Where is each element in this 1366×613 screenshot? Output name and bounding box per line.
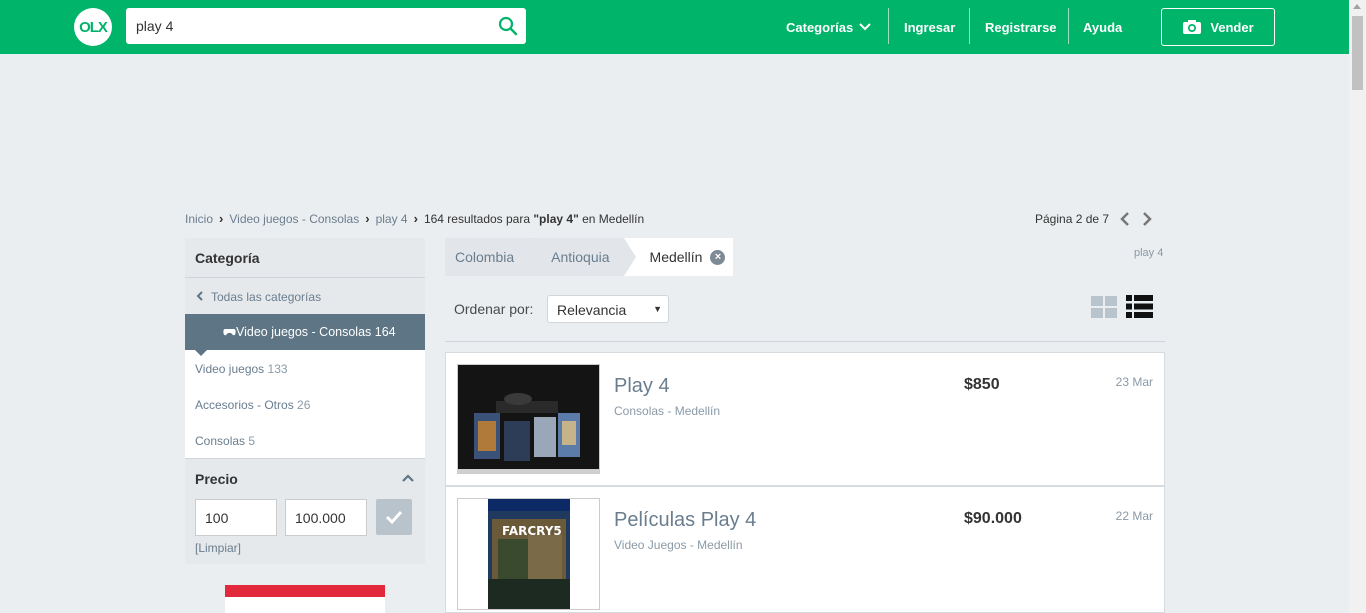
chevron-up-icon[interactable] bbox=[401, 473, 415, 483]
all-categories-label: Todas las categorías bbox=[211, 290, 322, 304]
location-tab-colombia[interactable]: Colombia bbox=[445, 238, 541, 276]
price-filter: Precio [Limpiar] bbox=[185, 458, 425, 564]
listing-thumbnail[interactable] bbox=[457, 364, 600, 474]
subcategory-count: 26 bbox=[297, 398, 311, 412]
subcategory-list: Video juegos 133 Accesorios - Otros 26 C… bbox=[185, 350, 425, 458]
price-min-input[interactable] bbox=[195, 499, 277, 536]
results-query: "play 4" bbox=[533, 211, 579, 226]
list-view-icon[interactable] bbox=[1126, 295, 1153, 318]
clear-price-link[interactable]: [Limpiar] bbox=[195, 541, 241, 555]
chevron-right-icon: › bbox=[413, 211, 418, 226]
listing-category: Consolas - Medellín bbox=[614, 404, 721, 418]
pagination: Página 2 de 7 bbox=[1035, 211, 1153, 227]
login-label: Ingresar bbox=[904, 19, 956, 35]
olx-logo[interactable]: OLX bbox=[74, 8, 112, 46]
divider bbox=[445, 341, 1165, 342]
sell-button[interactable]: Vender bbox=[1161, 8, 1275, 46]
breadcrumb: Inicio › Video juegos - Consolas › play … bbox=[185, 211, 644, 226]
all-categories-link[interactable]: Todas las categorías bbox=[185, 278, 425, 314]
listing-thumbnail[interactable]: FARCRY5 bbox=[457, 498, 600, 610]
search-tag[interactable]: play 4 bbox=[1134, 247, 1163, 259]
chevron-down-icon bbox=[859, 23, 871, 31]
subcategory-consolas[interactable]: Consolas 5 bbox=[185, 422, 425, 458]
categories-label: Categorías bbox=[786, 19, 854, 35]
search-icon[interactable] bbox=[498, 16, 518, 36]
scroll-up-icon[interactable] bbox=[1353, 4, 1361, 9]
location-tab-antioquia[interactable]: Antioquia bbox=[529, 238, 636, 276]
listing-item[interactable]: Play 4 Consolas - Medellín $850 23 Mar bbox=[445, 352, 1165, 486]
category-heading: Categoría bbox=[185, 238, 425, 278]
listing-category: Video Juegos - Medellín bbox=[614, 538, 743, 552]
sort-selected: Relevancia bbox=[557, 302, 627, 318]
ad-banner[interactable] bbox=[225, 585, 385, 613]
grid-view-icon[interactable] bbox=[1091, 296, 1117, 318]
listing-date: 22 Mar bbox=[1115, 509, 1153, 523]
help-label: Ayuda bbox=[1083, 19, 1123, 35]
results-location: en Medellín bbox=[578, 211, 645, 226]
location-label: Colombia bbox=[455, 249, 515, 265]
breadcrumb-category[interactable]: Video juegos - Consolas bbox=[229, 212, 359, 226]
nav-divider bbox=[1068, 8, 1069, 44]
chevron-right-icon: › bbox=[219, 211, 224, 226]
subcategory-label: Consolas bbox=[195, 434, 246, 448]
subcategory-accesorios[interactable]: Accesorios - Otros 26 bbox=[185, 386, 425, 422]
price-max-input[interactable] bbox=[285, 499, 367, 536]
active-category[interactable]: Video juegos - Consolas 164 bbox=[185, 314, 425, 356]
sell-label: Vender bbox=[1210, 19, 1254, 35]
listing-price: $850 bbox=[964, 376, 1000, 393]
subcategory-count: 5 bbox=[248, 434, 256, 448]
listing-date: 23 Mar bbox=[1115, 375, 1153, 389]
listing-item[interactable]: FARCRY5 Películas Play 4 Video Juegos - … bbox=[445, 486, 1165, 613]
breadcrumb-home[interactable]: Inicio bbox=[185, 212, 213, 226]
apply-price-button[interactable] bbox=[376, 499, 412, 535]
location-tab-medellin[interactable]: Medellín × bbox=[623, 238, 734, 276]
subcategory-label: Accesorios - Otros bbox=[195, 398, 294, 412]
scroll-thumb[interactable] bbox=[1352, 16, 1363, 90]
location-label: Medellín bbox=[649, 249, 703, 265]
register-label: Registrarse bbox=[985, 19, 1057, 35]
page-scrollbar[interactable] bbox=[1349, 0, 1366, 613]
help-link[interactable]: Ayuda bbox=[1083, 0, 1122, 54]
results-count: 164 resultados para bbox=[423, 211, 534, 226]
subcategory-count: 133 bbox=[267, 362, 288, 376]
price-heading: Precio bbox=[195, 471, 238, 487]
listing-title[interactable]: Play 4 bbox=[614, 375, 670, 398]
active-category-label: Video juegos - Consolas 164 bbox=[236, 325, 396, 339]
search-input[interactable] bbox=[126, 8, 486, 44]
ps4-photo bbox=[458, 365, 599, 473]
cover-title: FARCRY5 bbox=[502, 524, 562, 538]
chevron-right-icon[interactable] bbox=[1141, 211, 1153, 227]
results-summary: 164 resultados para "play 4" en Medellín bbox=[424, 212, 644, 226]
top-header: OLX Categorías Ingresar Registrarse Ayud… bbox=[0, 0, 1349, 54]
chevron-right-icon: › bbox=[365, 211, 370, 226]
register-link[interactable]: Registrarse bbox=[985, 0, 1057, 54]
close-icon[interactable]: × bbox=[710, 249, 726, 265]
nav-divider bbox=[969, 8, 970, 44]
chevron-left-icon[interactable] bbox=[1119, 211, 1131, 227]
listing-price: $90.000 bbox=[964, 510, 1022, 527]
gamepad-icon bbox=[223, 329, 236, 336]
search-box bbox=[126, 8, 526, 44]
page-indicator: Página 2 de 7 bbox=[1035, 212, 1110, 226]
subcategory-video-juegos[interactable]: Video juegos 133 bbox=[185, 350, 425, 386]
camera-icon bbox=[1183, 20, 1202, 34]
logo-text: OLX bbox=[79, 18, 108, 36]
location-filter: Colombia Antioquia Medellín × bbox=[445, 238, 734, 276]
filter-sidebar: Categoría Todas las categorías Video jue… bbox=[185, 238, 425, 564]
subcategory-label: Video juegos bbox=[195, 362, 265, 376]
nav-divider bbox=[888, 8, 889, 44]
listing-title[interactable]: Películas Play 4 bbox=[614, 509, 756, 532]
login-link[interactable]: Ingresar bbox=[904, 0, 955, 54]
breadcrumb-query[interactable]: play 4 bbox=[376, 212, 408, 226]
farcry5-photo bbox=[458, 499, 599, 609]
chevron-left-icon bbox=[196, 291, 203, 301]
caret-down-icon: ▼ bbox=[653, 304, 662, 314]
sort-select[interactable]: Relevancia ▼ bbox=[547, 295, 669, 323]
categories-menu[interactable]: Categorías bbox=[786, 0, 872, 54]
location-label: Antioquia bbox=[551, 249, 610, 265]
sort-label: Ordenar por: bbox=[454, 301, 534, 317]
checkmark-icon bbox=[385, 510, 403, 525]
